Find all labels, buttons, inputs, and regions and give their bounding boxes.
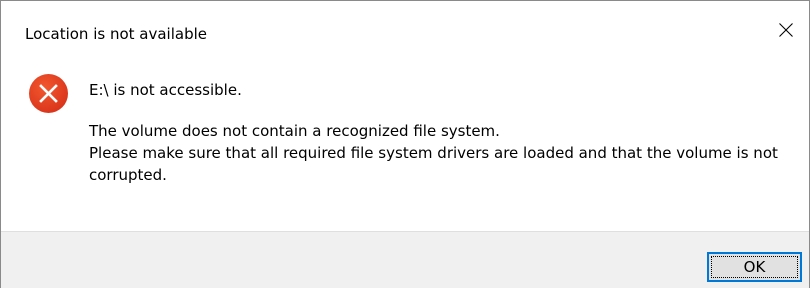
main-instruction: E:\ is not accessible. [89,81,242,99]
detail-line-1: The volume does not contain a recognized… [89,122,500,140]
ok-button[interactable]: OK [707,252,802,282]
error-dialog: Location is not available E:\ is not acc… [0,0,810,288]
close-icon [779,23,793,37]
close-button[interactable] [763,11,809,49]
error-icon [29,74,68,113]
detail-line-2: Please make sure that all required file … [89,144,778,162]
dialog-content: E:\ is not accessible. The volume does n… [1,47,809,231]
title-bar: Location is not available [1,1,809,47]
dialog-title: Location is not available [25,25,207,43]
detail-line-3: corrupted. [89,166,167,184]
ok-button-label: OK [743,258,766,276]
button-bar: OK [1,231,809,288]
